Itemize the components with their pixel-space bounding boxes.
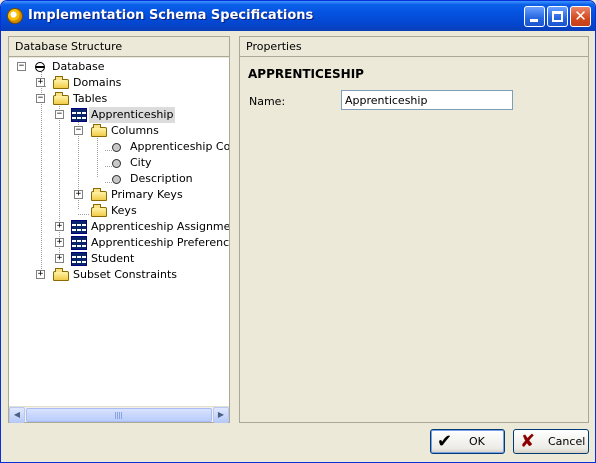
tree-item-label: Apprenticeship Preference [91, 236, 229, 249]
maximize-button[interactable] [547, 6, 568, 27]
tree-item-subset-constraints[interactable]: + Subset Constraints [9, 267, 229, 283]
tree-item-label: Tables [73, 92, 108, 105]
scroll-left-icon[interactable]: ◀ [9, 407, 25, 423]
expand-icon[interactable]: + [55, 222, 64, 231]
ok-button[interactable]: ✔ OK [430, 429, 505, 454]
tree-item-keys[interactable]: Keys [9, 203, 229, 219]
close-icon: ✕ [574, 7, 587, 25]
tree-item-label: Student [91, 252, 135, 265]
tree-item-student[interactable]: + Student [9, 251, 229, 267]
tree-item-primary-keys[interactable]: + Primary Keys [9, 187, 229, 203]
table-icon [71, 108, 87, 122]
tree-item-database[interactable]: − Database [9, 59, 229, 75]
app-icon [7, 8, 23, 24]
folder-icon [53, 268, 69, 281]
name-label: Name: [249, 95, 286, 108]
tree-item-apprenticeship-assignment[interactable]: + Apprenticeship Assignment [9, 219, 229, 235]
tree-item-label: Apprenticeship [89, 107, 176, 123]
table-icon [71, 252, 87, 266]
grip-icon [115, 412, 123, 419]
tree-item-label: Apprenticeship Code [130, 140, 229, 153]
name-field[interactable] [341, 90, 513, 110]
tree-item-apprenticeship[interactable]: − Apprenticeship [9, 107, 229, 123]
panel-splitter[interactable] [232, 36, 236, 423]
folder-open-icon [53, 92, 69, 105]
window-title: Implementation Schema Specifications [28, 8, 314, 23]
tree-item-apprenticeship-preference[interactable]: + Apprenticeship Preference [9, 235, 229, 251]
properties-body: APPRENTICESHIP Name: [240, 58, 588, 422]
tree-item-city[interactable]: City [9, 155, 229, 171]
maximize-icon [552, 11, 563, 22]
database-tree[interactable]: − Database + Domains − Tables − Apprenti… [9, 58, 229, 406]
ok-label: OK [469, 435, 485, 448]
tree-item-apprenticeship-code[interactable]: Apprenticeship Code [9, 139, 229, 155]
database-structure-header: Database Structure [9, 37, 229, 57]
collapse-icon[interactable]: − [17, 62, 26, 71]
expand-icon[interactable]: + [36, 270, 45, 279]
cross-icon: ✘ [520, 431, 536, 452]
minimize-icon [530, 19, 538, 22]
tree-item-label: Primary Keys [111, 188, 183, 201]
expand-icon[interactable]: + [74, 190, 83, 199]
properties-panel: Properties APPRENTICESHIP Name: [239, 36, 589, 423]
column-icon [112, 159, 121, 168]
tree-item-label: Database [52, 60, 105, 73]
tree-item-description[interactable]: Description [9, 171, 229, 187]
folder-icon [91, 188, 107, 201]
expand-icon[interactable]: + [55, 238, 64, 247]
tree-item-label: Keys [111, 204, 137, 217]
tree-item-tables[interactable]: − Tables [9, 91, 229, 107]
close-button[interactable]: ✕ [570, 6, 591, 27]
tree-item-label: Description [130, 172, 193, 185]
scroll-right-icon[interactable]: ▶ [213, 407, 229, 423]
entity-title: APPRENTICESHIP [248, 67, 364, 81]
horizontal-scrollbar[interactable]: ◀ ▶ [9, 406, 229, 423]
minimize-button[interactable] [524, 6, 545, 27]
database-structure-panel: Database Structure − Database + Domains [8, 36, 230, 423]
properties-header: Properties [240, 37, 588, 57]
collapse-icon[interactable]: − [74, 126, 83, 135]
expand-icon[interactable]: + [36, 78, 45, 87]
folder-icon [91, 204, 107, 217]
table-icon [71, 236, 87, 250]
title-bar[interactable]: Implementation Schema Specifications ✕ [1, 1, 595, 31]
tree-item-label: Subset Constraints [73, 268, 178, 281]
tree-item-label: Domains [73, 76, 122, 89]
tree-item-label: Apprenticeship Assignment [91, 220, 229, 233]
database-icon [35, 62, 45, 72]
cancel-label: Cancel [548, 435, 586, 448]
scrollbar-thumb[interactable] [26, 408, 212, 422]
column-icon [112, 175, 121, 184]
folder-icon [53, 76, 69, 89]
expand-icon[interactable]: + [55, 254, 64, 263]
tree-item-columns[interactable]: − Columns [9, 123, 229, 139]
folder-open-icon [91, 124, 107, 137]
column-icon [112, 143, 121, 152]
collapse-icon[interactable]: − [55, 110, 64, 119]
table-icon [71, 220, 87, 234]
tree-item-domains[interactable]: + Domains [9, 75, 229, 91]
tree-item-label: City [130, 156, 152, 169]
collapse-icon[interactable]: − [36, 94, 45, 103]
cancel-button[interactable]: ✘ Cancel [513, 429, 589, 454]
dialog-window: Implementation Schema Specifications ✕ D… [0, 0, 596, 463]
checkmark-icon: ✔ [437, 431, 453, 452]
tree-item-label: Columns [111, 124, 159, 137]
